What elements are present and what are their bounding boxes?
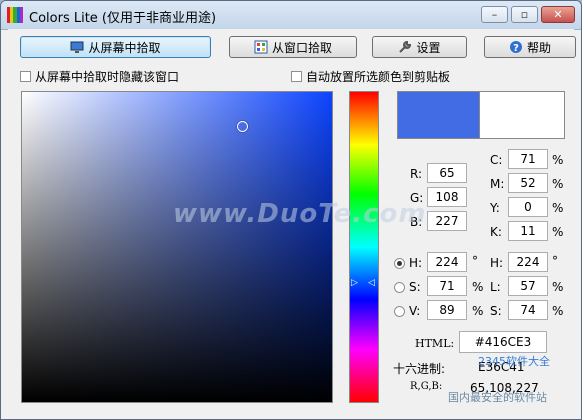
wrench-icon <box>398 40 412 54</box>
close-button[interactable]: ✕ <box>541 6 575 23</box>
hue-slider[interactable]: ▷ ◁ <box>349 91 379 403</box>
settings-label: 设置 <box>416 40 441 55</box>
y-input[interactable]: 0 <box>508 197 548 217</box>
hsv-v-input[interactable]: 89 <box>427 300 467 320</box>
r-input[interactable]: 65 <box>427 163 467 183</box>
main-panel: 从屏幕中拾取 从窗口拾取 设置 ? 帮助 从屏幕中拾取时隐藏该窗口 自动放置所选… <box>8 29 576 417</box>
auto-copy-checkbox[interactable] <box>291 71 302 82</box>
hsl-h-label: H: <box>490 256 504 270</box>
hsv-v-radio[interactable] <box>394 306 405 317</box>
settings-button[interactable]: 设置 <box>372 36 467 58</box>
app-window: Colors Lite (仅用于非商业用途) – ▫ ✕ 从屏幕中拾取 从窗口拾… <box>0 0 582 420</box>
hsv-v-label: V: <box>409 304 421 318</box>
minimize-button[interactable]: – <box>481 6 508 23</box>
hsv-s-radio[interactable] <box>394 282 405 293</box>
c-unit: % <box>552 153 564 167</box>
saturation-value-picker[interactable] <box>21 91 333 403</box>
hsl-l-unit: % <box>552 280 564 294</box>
previous-color-swatch[interactable] <box>479 91 565 139</box>
hsv-h-input[interactable]: 224 <box>427 252 467 272</box>
hide-window-checkbox[interactable] <box>20 71 31 82</box>
hsl-h-input[interactable]: 224 <box>508 252 548 272</box>
auto-copy-option[interactable]: 自动放置所选颜色到剪贴板 <box>291 68 450 85</box>
hsv-v-unit: % <box>472 304 484 318</box>
current-color-swatch <box>397 91 480 139</box>
hsl-s-label: S: <box>490 304 502 318</box>
hex-label: 十六进制: <box>393 362 446 376</box>
html-label: HTML: <box>415 337 455 350</box>
hue-marker-right-icon[interactable]: ◁ <box>368 278 375 288</box>
y-unit: % <box>552 201 564 215</box>
c-input[interactable]: 71 <box>508 149 548 169</box>
m-unit: % <box>552 177 564 191</box>
corner-watermark-2: 国内最安全的软件站 <box>448 391 547 404</box>
title-bar[interactable]: Colors Lite (仅用于非商业用途) – ▫ ✕ <box>1 1 581 30</box>
hsl-l-input[interactable]: 57 <box>508 276 548 296</box>
rgb-triplet-label: R,G,B: <box>410 381 443 392</box>
corner-watermark-1: 2345软件大全 <box>478 355 550 368</box>
sv-picker-cursor[interactable] <box>237 121 248 132</box>
pick-from-window-label: 从窗口拾取 <box>271 40 332 55</box>
app-rainbow-icon <box>7 7 24 23</box>
hsv-h-label: H: <box>409 256 423 270</box>
hue-marker-left-icon[interactable]: ▷ <box>351 278 358 288</box>
m-label: M: <box>490 177 505 191</box>
hsv-s-label: S: <box>409 280 421 294</box>
pick-from-window-button[interactable]: 从窗口拾取 <box>229 36 357 58</box>
pick-from-screen-label: 从屏幕中拾取 <box>88 40 161 55</box>
hsv-s-unit: % <box>472 280 484 294</box>
svg-text:?: ? <box>513 43 519 54</box>
c-label: C: <box>490 153 503 167</box>
help-icon: ? <box>509 40 523 54</box>
hsl-s-input[interactable]: 74 <box>508 300 548 320</box>
auto-copy-label: 自动放置所选颜色到剪贴板 <box>306 70 451 84</box>
help-label: 帮助 <box>526 40 551 55</box>
m-input[interactable]: 52 <box>508 173 548 193</box>
hsl-h-unit: ° <box>552 254 558 268</box>
k-label: K: <box>490 225 502 239</box>
window-grid-icon <box>254 40 268 54</box>
html-value-field[interactable]: #416CE3 <box>459 331 547 353</box>
pick-from-screen-button[interactable]: 从屏幕中拾取 <box>20 36 211 58</box>
duote-watermark: www.DuoTe.com <box>173 199 427 229</box>
hsl-l-label: L: <box>490 280 501 294</box>
maximize-button[interactable]: ▫ <box>511 6 538 23</box>
k-unit: % <box>552 225 564 239</box>
g-input[interactable]: 108 <box>427 187 467 207</box>
hide-window-label: 从屏幕中拾取时隐藏该窗口 <box>35 70 180 84</box>
monitor-icon <box>70 40 84 54</box>
help-button[interactable]: ? 帮助 <box>484 36 576 58</box>
hide-window-option[interactable]: 从屏幕中拾取时隐藏该窗口 <box>20 68 179 85</box>
y-label: Y: <box>490 201 500 215</box>
r-label: R: <box>410 167 423 181</box>
hsv-h-radio[interactable] <box>394 258 405 269</box>
window-title: Colors Lite (仅用于非商业用途) <box>29 11 217 26</box>
hsv-h-unit: ° <box>472 254 478 268</box>
hsl-s-unit: % <box>552 304 564 318</box>
b-input[interactable]: 227 <box>427 211 467 231</box>
k-input[interactable]: 11 <box>508 221 548 241</box>
hsv-s-input[interactable]: 71 <box>427 276 467 296</box>
